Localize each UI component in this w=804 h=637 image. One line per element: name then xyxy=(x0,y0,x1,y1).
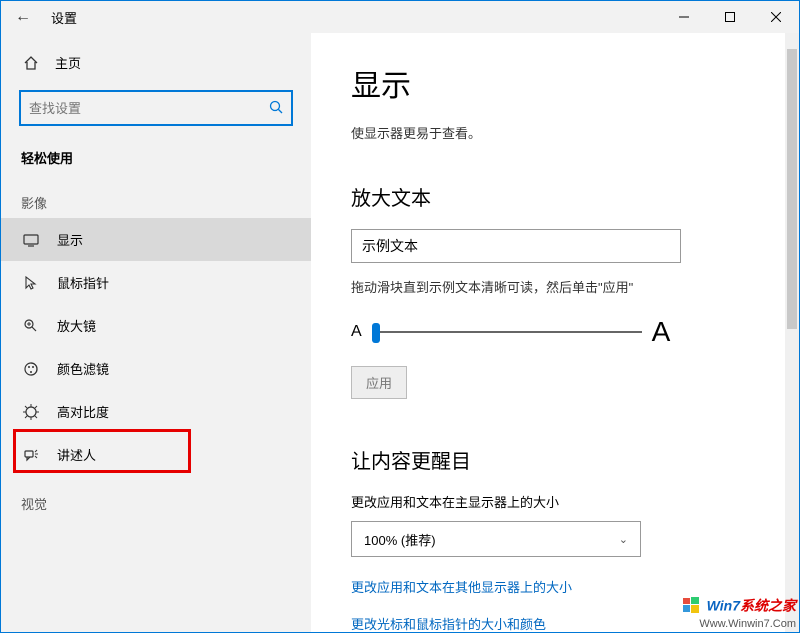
home-button[interactable]: 主页 xyxy=(1,43,311,82)
page-heading: 显示 xyxy=(351,61,759,105)
window-title: 设置 xyxy=(45,8,77,27)
nav-label: 讲述人 xyxy=(57,445,96,464)
magnifier-icon xyxy=(21,318,41,334)
nav-cursor[interactable]: 鼠标指针 xyxy=(1,261,311,304)
scale-label: 更改应用和文本在主显示器上的大小 xyxy=(351,492,759,511)
scrollbar-thumb[interactable] xyxy=(787,49,797,329)
big-a-label: A xyxy=(652,316,671,348)
search-field[interactable] xyxy=(29,101,269,116)
nav-display[interactable]: 显示 xyxy=(1,218,311,261)
category-shijue: 视觉 xyxy=(1,476,311,519)
scrollbar[interactable] xyxy=(785,33,799,632)
home-label: 主页 xyxy=(55,53,81,72)
nav-label: 高对比度 xyxy=(57,402,109,421)
search-input[interactable] xyxy=(19,90,293,126)
sidebar: 主页 轻松使用 影像 显示 鼠标指针 放大镜 xyxy=(1,33,311,632)
page-sub: 使显示器更易于查看。 xyxy=(351,123,759,142)
sample-text-box: 示例文本 xyxy=(351,229,681,263)
scale-dropdown[interactable]: 100% (推荐) ⌄ xyxy=(351,521,641,557)
color-filter-icon xyxy=(21,361,41,377)
nav-label: 显示 xyxy=(57,230,83,249)
text-size-slider[interactable] xyxy=(372,320,642,344)
nav-label: 颜色滤镜 xyxy=(57,359,109,378)
content-pane: 显示 使显示器更易于查看。 放大文本 示例文本 拖动滑块直到示例文本清晰可读，然… xyxy=(311,33,799,632)
nav-magnifier[interactable]: 放大镜 xyxy=(1,304,311,347)
titlebar: ← 设置 xyxy=(1,1,799,33)
home-icon xyxy=(21,55,41,71)
display-icon xyxy=(21,232,41,248)
cursor-size-link[interactable]: 更改光标和鼠标指针的大小和颜色 xyxy=(351,614,759,632)
apply-button[interactable]: 应用 xyxy=(351,366,407,399)
nav-narrator[interactable]: 讲述人 xyxy=(1,433,311,476)
cursor-icon xyxy=(21,275,41,291)
back-button[interactable]: ← xyxy=(1,8,45,26)
section-title: 轻松使用 xyxy=(1,126,311,175)
category-yingxiang: 影像 xyxy=(1,175,311,218)
nav-color-filter[interactable]: 颜色滤镜 xyxy=(1,347,311,390)
nav-label: 鼠标指针 xyxy=(57,273,109,292)
nav-label: 放大镜 xyxy=(57,316,96,335)
slider-hint: 拖动滑块直到示例文本清晰可读，然后单击"应用" xyxy=(351,277,759,296)
other-displays-link[interactable]: 更改应用和文本在其他显示器上的大小 xyxy=(351,577,759,596)
chevron-down-icon: ⌄ xyxy=(619,533,628,546)
scale-value: 100% (推荐) xyxy=(364,530,436,549)
close-button[interactable] xyxy=(753,1,799,33)
settings-window: ← 设置 主页 轻松使用 影像 显示 xyxy=(0,0,800,633)
narrator-icon xyxy=(21,447,41,463)
bold-heading: 让内容更醒目 xyxy=(351,445,759,474)
maximize-button[interactable] xyxy=(707,1,753,33)
slider-thumb[interactable] xyxy=(372,323,380,343)
minimize-button[interactable] xyxy=(661,1,707,33)
nav-high-contrast[interactable]: 高对比度 xyxy=(1,390,311,433)
high-contrast-icon xyxy=(21,404,41,420)
search-icon xyxy=(269,100,283,117)
small-a-label: A xyxy=(351,323,362,341)
enlarge-text-heading: 放大文本 xyxy=(351,182,759,211)
